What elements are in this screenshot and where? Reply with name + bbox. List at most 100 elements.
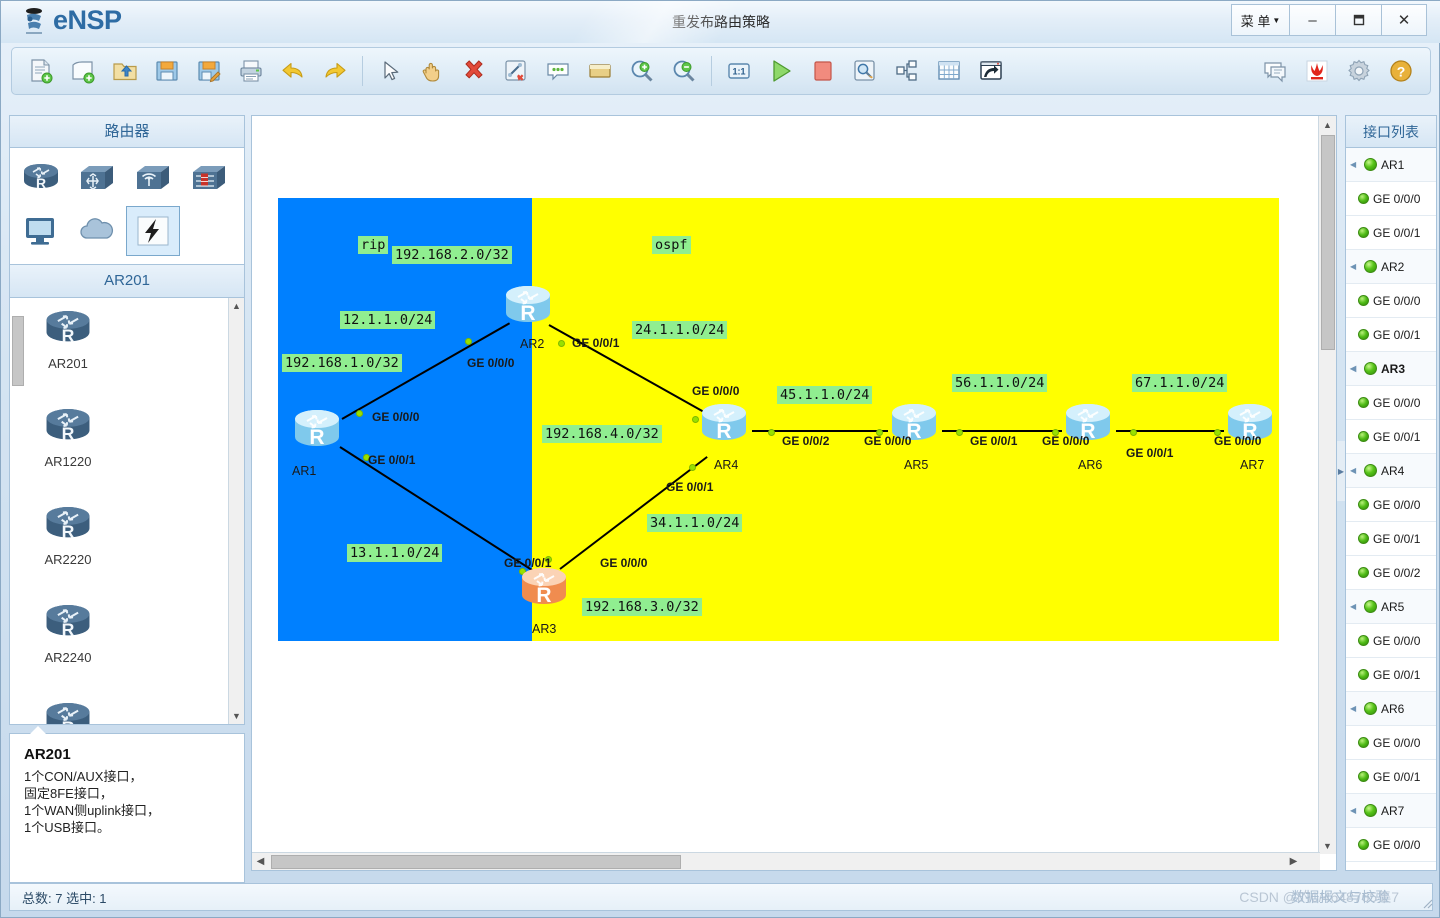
huawei-logo-icon[interactable]: [1296, 51, 1338, 91]
router-AR3[interactable]: R: [514, 564, 574, 616]
save-as-icon[interactable]: [188, 51, 230, 91]
canvas-hscroll-thumb[interactable]: [271, 855, 681, 869]
switch-device-icon[interactable]: [70, 154, 124, 204]
topology-tree-icon[interactable]: [886, 51, 928, 91]
scroll-down-icon[interactable]: ▼: [229, 708, 245, 724]
interface-device-row-AR5[interactable]: ◀ AR5: [1346, 590, 1436, 624]
expand-triangle-icon[interactable]: ◀: [1350, 160, 1360, 169]
expand-triangle-icon[interactable]: ◀: [1350, 466, 1360, 475]
canvas-scroll-down-icon[interactable]: ▼: [1319, 837, 1336, 854]
interface-row[interactable]: GE 0/0/0: [1346, 182, 1436, 216]
connection-device-icon[interactable]: [126, 206, 180, 256]
print-icon[interactable]: [230, 51, 272, 91]
network-label: 192.168.3.0/32: [582, 598, 702, 616]
canvas-vertical-scrollbar[interactable]: ▲ ▼: [1318, 116, 1336, 854]
minimize-button[interactable]: –: [1289, 4, 1335, 36]
expand-triangle-icon[interactable]: ◀: [1350, 262, 1360, 271]
pan-hand-icon[interactable]: [411, 51, 453, 91]
zoom-in-icon[interactable]: [621, 51, 663, 91]
interface-device-row-AR3[interactable]: ◀ AR3: [1346, 352, 1436, 386]
new-page-icon[interactable]: [62, 51, 104, 91]
settings-gear-icon[interactable]: [1338, 51, 1380, 91]
console-icon[interactable]: [970, 51, 1012, 91]
start-device-icon[interactable]: [760, 51, 802, 91]
panel-splitter[interactable]: ▶: [1337, 441, 1345, 501]
maximize-button[interactable]: [1335, 4, 1381, 36]
close-button[interactable]: ✕: [1381, 4, 1427, 36]
topology-canvas[interactable]: rip ospf R AR1 R AR2 R AR3 R AR4 R AR5 R…: [252, 116, 1320, 854]
canvas-vscroll-thumb[interactable]: [1321, 135, 1335, 350]
interface-row[interactable]: GE 0/0/0: [1346, 284, 1436, 318]
interface-status-led: [1358, 533, 1369, 544]
router-AR1[interactable]: R: [287, 406, 347, 458]
scroll-up-icon[interactable]: ▲: [229, 298, 245, 314]
canvas-scroll-left-icon[interactable]: ◀: [252, 853, 269, 870]
save-icon[interactable]: [146, 51, 188, 91]
svg-text:R: R: [520, 302, 535, 325]
expand-triangle-icon[interactable]: ◀: [1350, 806, 1360, 815]
interface-row[interactable]: GE 0/0/0: [1346, 726, 1436, 760]
interface-device-row-AR6[interactable]: ◀ AR6: [1346, 692, 1436, 726]
cloud-device-icon[interactable]: [70, 206, 124, 256]
device-list-scroll-thumb[interactable]: [12, 316, 24, 386]
device-AR3260[interactable]: R AR3260: [18, 698, 118, 724]
router-device-icon[interactable]: R: [14, 154, 68, 204]
interface-row[interactable]: GE 0/0/1: [1346, 760, 1436, 794]
open-folder-icon[interactable]: [104, 51, 146, 91]
zoom-reset-icon[interactable]: 1:1: [718, 51, 760, 91]
device-AR2240[interactable]: R AR2240: [18, 600, 118, 698]
comment-icon[interactable]: [537, 51, 579, 91]
grid-icon[interactable]: [928, 51, 970, 91]
zoom-out-icon[interactable]: [663, 51, 705, 91]
wlan-device-icon[interactable]: [126, 154, 180, 204]
firewall-device-icon[interactable]: [182, 154, 236, 204]
delete-icon[interactable]: [453, 51, 495, 91]
help-icon[interactable]: ?: [1380, 51, 1422, 91]
expand-triangle-icon[interactable]: ◀: [1350, 364, 1360, 373]
stop-device-icon[interactable]: [802, 51, 844, 91]
device-AR2220[interactable]: R AR2220: [18, 502, 118, 600]
interface-label: GE 0/0/2: [782, 434, 830, 448]
interface-row[interactable]: GE 0/0/1: [1346, 658, 1436, 692]
capture-packet-icon[interactable]: [844, 51, 886, 91]
interface-row[interactable]: GE 0/0/0: [1346, 386, 1436, 420]
category-icon-grid: R: [9, 147, 245, 265]
canvas-scroll-up-icon[interactable]: ▲: [1319, 116, 1336, 133]
link-status-dot: [956, 429, 963, 436]
interface-row[interactable]: GE 0/0/0: [1346, 828, 1436, 862]
device-label: AR2220: [44, 552, 92, 567]
interface-row[interactable]: GE 0/0/0: [1346, 624, 1436, 658]
router-AR2[interactable]: R: [498, 282, 558, 334]
device-AR201[interactable]: R AR201: [18, 306, 118, 404]
router-AR4[interactable]: R: [694, 400, 754, 452]
canvas-horizontal-scrollbar[interactable]: ◀ ▶: [252, 852, 1320, 870]
interface-row[interactable]: GE 0/0/2: [1346, 556, 1436, 590]
chat-icon[interactable]: [1254, 51, 1296, 91]
interface-row[interactable]: GE 0/0/1: [1346, 216, 1436, 250]
resize-grip-icon[interactable]: [1421, 897, 1433, 909]
interface-row[interactable]: GE 0/0/1: [1346, 522, 1436, 556]
canvas-scroll-right-icon[interactable]: ▶: [1285, 853, 1302, 870]
menu-button[interactable]: 菜 单 ▼: [1231, 4, 1289, 36]
interface-row[interactable]: GE 0/0/1: [1346, 318, 1436, 352]
pc-device-icon[interactable]: [14, 206, 68, 256]
router-label-AR3: AR3: [532, 622, 557, 636]
interface-device-row-AR4[interactable]: ◀ AR4: [1346, 454, 1436, 488]
interface-row[interactable]: GE 0/0/0: [1346, 488, 1436, 522]
rectangle-icon[interactable]: [579, 51, 621, 91]
interface-row[interactable]: GE 0/0/1: [1346, 420, 1436, 454]
device-list: R AR201 R AR1220 R AR2220 R AR2240 ▲ ▼: [9, 297, 245, 725]
new-topology-icon[interactable]: [20, 51, 62, 91]
expand-triangle-icon[interactable]: ◀: [1350, 602, 1360, 611]
redo-icon[interactable]: [314, 51, 356, 91]
interface-device-row-AR7[interactable]: ◀ AR7: [1346, 794, 1436, 828]
device-AR1220[interactable]: R AR1220: [18, 404, 118, 502]
interface-device-row-AR1[interactable]: ◀ AR1: [1346, 148, 1436, 182]
select-pointer-icon[interactable]: [369, 51, 411, 91]
interface-device-row-AR2[interactable]: ◀ AR2: [1346, 250, 1436, 284]
network-label: 192.168.4.0/32: [542, 425, 662, 443]
undo-icon[interactable]: [272, 51, 314, 91]
delete-link-icon[interactable]: [495, 51, 537, 91]
expand-triangle-icon[interactable]: ◀: [1350, 704, 1360, 713]
device-list-scrollbar[interactable]: ▲ ▼: [228, 298, 244, 724]
